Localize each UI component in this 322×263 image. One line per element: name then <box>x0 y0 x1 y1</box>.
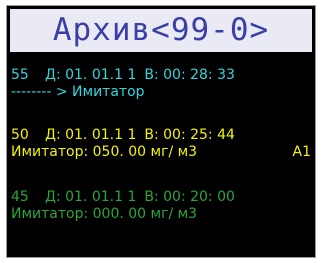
record-event: Имитатор: 050. 00 мг/ м3 <box>11 144 198 160</box>
record-time: В: 00: 28: 33 <box>144 67 235 83</box>
record-header-line: 45 Д: 01. 01.1 1 В: 00: 20: 00 <box>11 189 311 206</box>
archive-record: 45 Д: 01. 01.1 1 В: 00: 20: 00 Имитатор:… <box>11 189 311 223</box>
record-header-line: 55 Д: 01. 01.1 1 В: 00: 28: 33 <box>11 67 311 84</box>
record-number: 55 <box>11 67 29 83</box>
archive-record: 50 Д: 01. 01.1 1 В: 00: 25: 44 Имитатор:… <box>11 127 311 161</box>
record-date: Д: 01. 01.1 1 <box>45 127 137 143</box>
record-detail-line: Имитатор: 000. 00 мг/ м3 <box>11 206 311 223</box>
record-number: 45 <box>11 189 29 205</box>
record-number: 50 <box>11 127 29 143</box>
archive-title: Архив<99-0> <box>52 12 270 48</box>
record-event: -------- > Имитатор <box>11 84 145 100</box>
record-header-line: 50 Д: 01. 01.1 1 В: 00: 25: 44 <box>11 127 311 144</box>
record-detail-line: -------- > Имитатор <box>11 84 311 101</box>
device-display: Архив<99-0> 55 Д: 01. 01.1 1 В: 00: 28: … <box>6 5 316 258</box>
record-date: Д: 01. 01.1 1 <box>45 189 137 205</box>
record-time: В: 00: 20: 00 <box>144 189 235 205</box>
title-bar: Архив<99-0> <box>10 9 312 52</box>
record-event: Имитатор: 000. 00 мг/ м3 <box>11 206 198 222</box>
archive-record: 55 Д: 01. 01.1 1 В: 00: 28: 33 -------- … <box>11 67 311 101</box>
record-detail-line: Имитатор: 050. 00 мг/ м3 А1 <box>11 144 311 161</box>
record-channel: А1 <box>292 144 311 160</box>
record-date: Д: 01. 01.1 1 <box>45 67 137 83</box>
record-time: В: 00: 25: 44 <box>144 127 235 143</box>
